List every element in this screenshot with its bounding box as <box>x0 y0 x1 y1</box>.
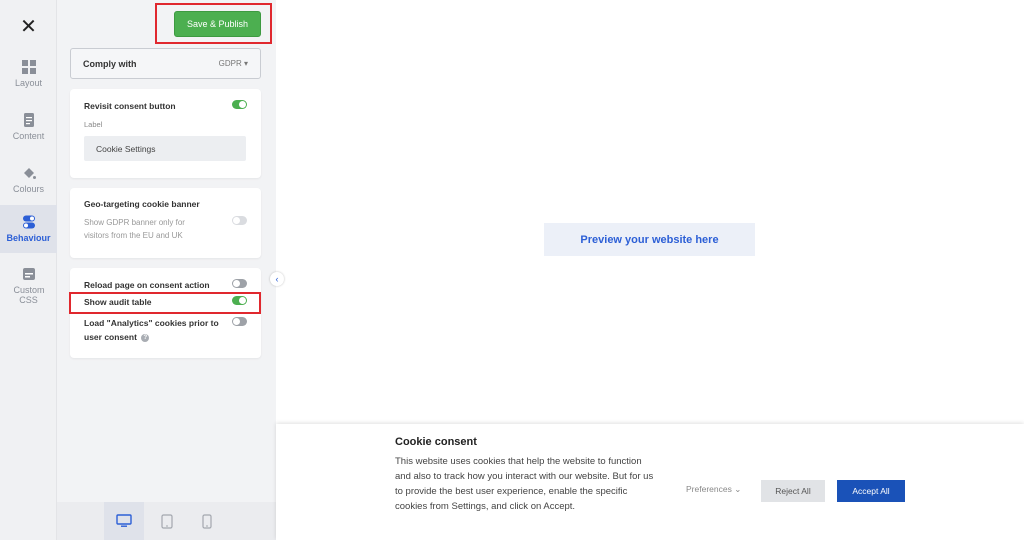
desktop-icon <box>116 514 132 527</box>
rail-item-label: Custom CSS <box>13 285 45 305</box>
reload-page-label: Reload page on consent action <box>84 280 210 290</box>
document-icon <box>23 113 34 127</box>
chevron-down-icon: ⌄ <box>734 484 742 494</box>
comply-with-select[interactable]: Comply with GDPR ▾ <box>70 48 261 79</box>
geo-targeting-card: Geo-targeting cookie banner Show GDPR ba… <box>70 188 261 258</box>
reject-all-button[interactable]: Reject All <box>761 480 825 502</box>
revisit-consent-toggle[interactable] <box>232 100 247 109</box>
collapse-panel-button[interactable]: ‹ <box>270 272 284 286</box>
load-analytics-toggle[interactable] <box>232 317 247 326</box>
audit-table-toggle[interactable] <box>232 296 247 305</box>
reload-page-toggle[interactable] <box>232 279 247 288</box>
paint-bucket-icon <box>23 168 36 179</box>
rail-item-custom-css[interactable]: Custom CSS <box>0 267 57 307</box>
device-desktop-button[interactable] <box>104 502 144 540</box>
comply-value: GDPR ▾ <box>218 59 248 68</box>
close-icon[interactable]: ✕ <box>0 10 57 42</box>
mobile-icon <box>202 513 212 529</box>
preferences-button[interactable]: Preferences ⌄ <box>686 484 741 495</box>
preview-placeholder: Preview your website here <box>544 223 755 256</box>
rail-item-behaviour[interactable]: Behaviour <box>0 205 57 253</box>
rail-item-label: Behaviour <box>6 233 51 243</box>
revisit-consent-card: Revisit consent button Label Cookie Sett… <box>70 89 261 178</box>
banner-title: Cookie consent <box>395 436 477 448</box>
tablet-icon <box>161 513 173 529</box>
load-analytics-label: Load "Analytics" cookies prior to user c… <box>84 318 219 342</box>
rail-item-colours[interactable]: Colours <box>0 166 57 200</box>
behaviour-options-card: Reload page on consent action Show audit… <box>70 268 261 358</box>
caret-down-icon: ▾ <box>243 59 248 68</box>
rail-item-content[interactable]: Content <box>0 113 57 147</box>
save-publish-button[interactable]: Save & Publish <box>174 11 261 37</box>
info-icon[interactable]: ? <box>141 333 150 342</box>
banner-text: This website uses cookies that help the … <box>395 456 654 512</box>
cookie-banner: Cookie consent This website uses cookies… <box>276 424 1024 540</box>
revisit-field-label: Label <box>84 120 103 129</box>
accept-all-button[interactable]: Accept All <box>837 480 905 502</box>
geo-description: Show GDPR banner only for visitors from … <box>84 218 185 240</box>
revisit-label-input[interactable]: Cookie Settings <box>84 136 246 161</box>
rail-item-label: Layout <box>14 78 43 88</box>
geo-targeting-toggle[interactable] <box>232 216 247 225</box>
revisit-title: Revisit consent button <box>84 101 176 111</box>
css-file-icon <box>22 268 35 280</box>
rail-item-layout[interactable]: Layout <box>0 60 57 94</box>
device-mobile-button[interactable] <box>187 502 227 540</box>
audit-table-label: Show audit table <box>84 297 152 307</box>
layout-grid-icon <box>21 60 36 74</box>
device-tablet-button[interactable] <box>147 502 187 540</box>
toggle-settings-icon <box>22 215 35 229</box>
left-rail: ✕ Layout Content Colours Behaviour Custo… <box>0 0 57 540</box>
geo-title: Geo-targeting cookie banner <box>84 199 200 209</box>
rail-item-label: Content <box>12 131 45 141</box>
comply-label: Comply with <box>83 58 137 69</box>
rail-item-label: Colours <box>12 184 44 194</box>
